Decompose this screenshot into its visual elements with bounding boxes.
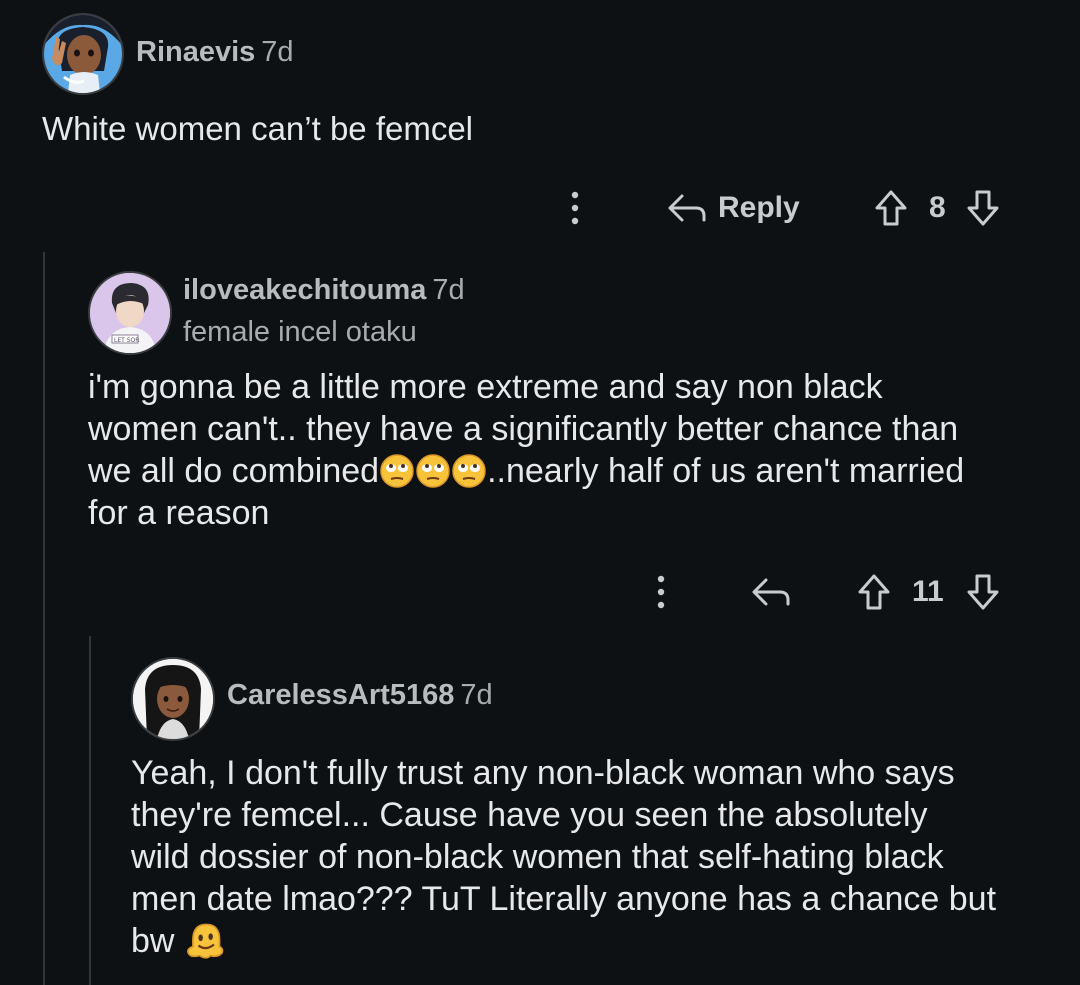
user-avatar[interactable] [131,657,215,741]
timestamp: 7d [432,274,465,306]
reply-arrow-icon [752,578,790,606]
comment-meta: Rinaevis 7d [136,36,294,69]
more-vertical-icon [571,191,579,225]
more-options-button[interactable] [650,570,672,614]
user-avatar[interactable] [42,13,124,95]
face-with-rolling-eyes-icon [379,452,487,490]
downvote-button[interactable] [965,570,1001,614]
avatar-anime-boy-icon: LET SOR [90,273,170,353]
reply-label: Reply [718,191,800,224]
vote-score: 8 [929,191,946,224]
melting-face-icon [184,922,224,960]
comment-body: Yeah, I don't fully trust any non-black … [131,752,1061,962]
reply-button[interactable]: Reply [666,186,800,230]
thread-line-level-2[interactable] [89,636,91,985]
username[interactable]: Rinaevis [136,36,255,68]
comment-body-line: bw [131,920,1061,962]
comment-body-line: women can't.. they have a significantly … [88,410,959,448]
more-vertical-icon [657,575,665,609]
upvote-button[interactable] [856,570,892,614]
downvote-arrow-icon [967,190,999,226]
avatar-anime-girl-peace-sign-icon [44,15,122,93]
comment-body-line: we all do combined ..nearly half of us ar… [88,450,1048,492]
comment-body: i'm gonna be a little more extreme and s… [88,366,1048,534]
downvote-arrow-icon [967,574,999,610]
upvote-arrow-icon [875,190,907,226]
comment-meta: CarelessArt5168 7d [227,679,493,712]
reply-arrow-icon [668,194,706,222]
username[interactable]: CarelessArt5168 [227,679,454,711]
comment-body-line: Yeah, I don't fully trust any non-black … [131,754,955,792]
comment-actions: 11 [640,570,1020,614]
reply-button[interactable] [750,570,792,614]
timestamp: 7d [460,679,493,711]
comment-actions: Reply 8 [560,186,1020,230]
comment-meta: iloveakechitouma 7d [183,274,465,307]
username[interactable]: iloveakechitouma [183,274,426,306]
more-options-button[interactable] [564,186,586,230]
comment-body-line: for a reason [88,494,270,532]
timestamp: 7d [261,36,294,68]
comment-body-line: they're femcel... Cause have you seen th… [131,796,928,834]
upvote-button[interactable] [873,186,909,230]
comment-body-line-part: ..nearly half of us aren't married [487,452,965,490]
comment-body-line: i'm gonna be a little more extreme and s… [88,368,883,406]
user-avatar[interactable]: LET SOR [88,271,172,355]
comment-body-line: men date lmao??? TuT Literally anyone ha… [131,880,997,918]
comment-body-line-part: we all do combined [88,452,380,490]
upvote-arrow-icon [858,574,890,610]
comment-body-line-part: bw [131,922,184,960]
vote-score: 11 [912,575,944,608]
comment-body-line: wild dossier of non-black women that sel… [131,838,944,876]
avatar-anime-girl-icon [133,659,213,739]
comment-body: White women can’t be femcel [42,110,474,147]
downvote-button[interactable] [965,186,1001,230]
svg-text:LET SOR: LET SOR [114,337,139,344]
thread-line-level-1[interactable] [43,252,45,985]
user-flair: female incel otaku [183,316,417,348]
